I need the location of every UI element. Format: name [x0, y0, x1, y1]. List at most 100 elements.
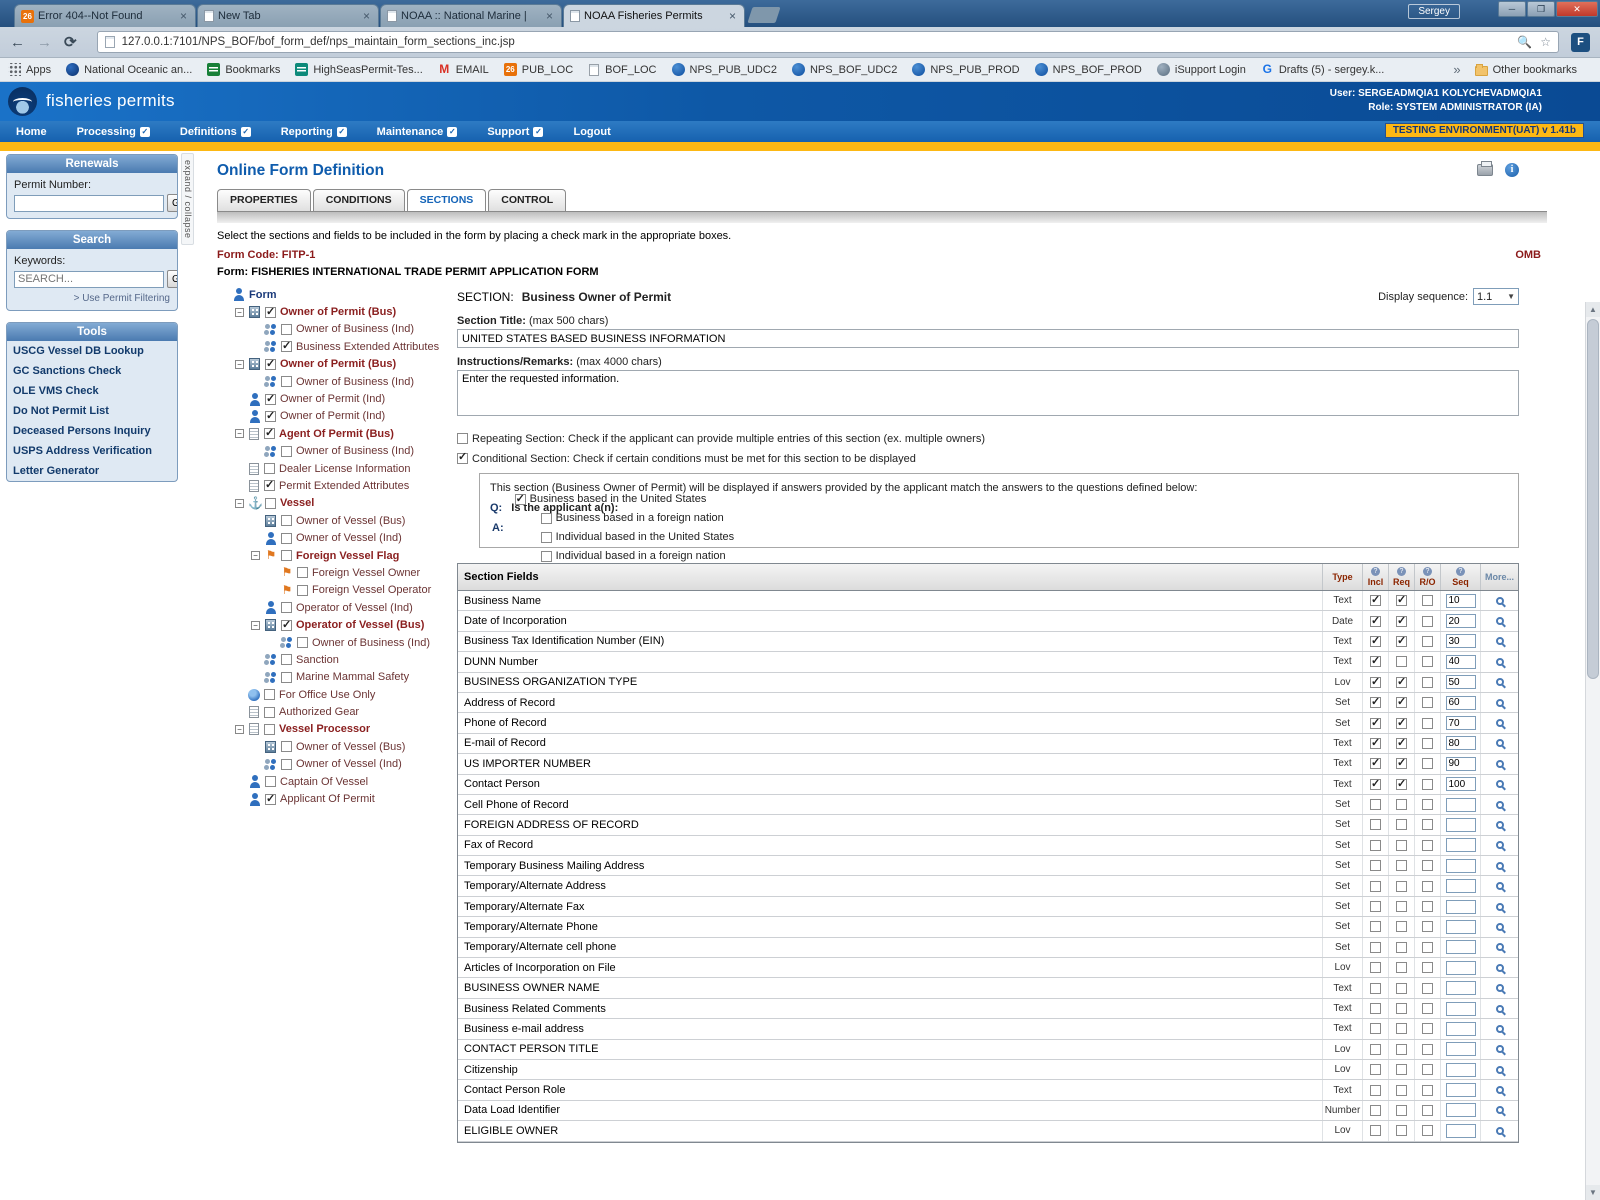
checkbox[interactable] [1370, 616, 1381, 627]
tree-item[interactable]: Owner of Permit (Ind) [219, 408, 457, 425]
tree-item[interactable]: Owner of Business (Ind) [219, 634, 457, 651]
bookmark-item[interactable]: Drafts (5) - sergey.k... [1261, 63, 1385, 76]
checkbox[interactable] [1370, 1023, 1381, 1034]
checkbox[interactable] [264, 480, 275, 491]
checkbox[interactable] [1396, 1023, 1407, 1034]
checkbox[interactable] [1370, 819, 1381, 830]
vertical-scrollbar[interactable]: ▲ ▼ [1585, 302, 1600, 1200]
bookmark-item[interactable]: NPS_PUB_PROD [912, 63, 1019, 76]
browser-profile-button[interactable]: Sergey [1408, 4, 1460, 19]
checkbox[interactable] [1396, 636, 1407, 647]
bookmark-item[interactable]: NPS_BOF_PROD [1035, 63, 1142, 76]
checkbox[interactable] [1396, 677, 1407, 688]
checkbox[interactable] [1396, 942, 1407, 953]
tree-item[interactable]: Permit Extended Attributes [219, 477, 457, 494]
tree-item[interactable]: Owner of Vessel (Ind) [219, 756, 457, 773]
help-icon[interactable]: ? [1397, 567, 1406, 576]
scroll-down-icon[interactable]: ▼ [1586, 1185, 1600, 1200]
seq-input[interactable] [1446, 900, 1476, 914]
checkbox[interactable] [1370, 962, 1381, 973]
extension-f-icon[interactable]: F [1571, 33, 1590, 52]
instructions-textarea[interactable]: Enter the requested information. [457, 370, 1519, 416]
checkbox[interactable] [1422, 1023, 1433, 1034]
tree-item[interactable]: Captain Of Vessel [219, 773, 457, 790]
tree-item[interactable]: −Owner of Permit (Bus) [219, 303, 457, 320]
repeating-checkbox[interactable] [457, 433, 468, 444]
bookmark-item[interactable]: EMAIL [438, 63, 489, 76]
checkbox[interactable] [1370, 697, 1381, 708]
seq-input[interactable] [1446, 798, 1476, 812]
permit-filtering-link[interactable]: > Use Permit Filtering [14, 293, 170, 304]
checkbox[interactable] [515, 494, 526, 505]
checkbox[interactable] [264, 707, 275, 718]
url-text[interactable]: 127.0.0.1:7101/NPS_BOF/bof_form_def/nps_… [122, 36, 1510, 48]
checkbox[interactable] [1370, 1125, 1381, 1136]
close-button[interactable]: ✕ [1556, 1, 1598, 17]
seq-input[interactable] [1446, 940, 1476, 954]
magnifier-icon[interactable] [1496, 780, 1504, 788]
scroll-up-icon[interactable]: ▲ [1586, 302, 1600, 317]
renewals-go-button[interactable]: Go [167, 194, 178, 212]
tree-item[interactable]: Owner of Permit (Ind) [219, 390, 457, 407]
checkbox[interactable] [1422, 1085, 1433, 1096]
checkbox[interactable] [281, 533, 292, 544]
tab-conditions[interactable]: CONDITIONS [313, 189, 405, 211]
magnifier-icon[interactable] [1496, 1025, 1504, 1033]
magnifier-icon[interactable] [1496, 903, 1504, 911]
collapse-icon[interactable]: − [235, 429, 244, 438]
checkbox[interactable] [1422, 921, 1433, 932]
collapse-icon[interactable]: − [251, 621, 260, 630]
checkbox[interactable] [1396, 881, 1407, 892]
seq-input[interactable] [1446, 1124, 1476, 1138]
bookmark-star-icon[interactable]: ☆ [1540, 35, 1551, 49]
checkbox[interactable] [1422, 1125, 1433, 1136]
magnifier-icon[interactable] [1496, 719, 1504, 727]
checkbox[interactable] [1396, 1085, 1407, 1096]
bookmarks-overflow-icon[interactable]: » [1453, 62, 1460, 77]
tree-item[interactable]: Business Extended Attributes [219, 338, 457, 355]
bookmark-item[interactable]: Apps [8, 63, 51, 76]
tree-item[interactable]: ⚑Foreign Vessel Operator [219, 582, 457, 599]
minimize-button[interactable]: ─ [1498, 1, 1526, 17]
tree-item[interactable]: Owner of Business (Ind) [219, 373, 457, 390]
bookmark-item[interactable]: Bookmarks [207, 63, 280, 76]
checkbox[interactable] [265, 794, 276, 805]
seq-input[interactable] [1446, 818, 1476, 832]
bookmark-item[interactable]: NPS_PUB_UDC2 [672, 63, 777, 76]
tree-item[interactable]: Dealer License Information [219, 460, 457, 477]
checkbox[interactable] [281, 620, 292, 631]
tab-control[interactable]: CONTROL [488, 189, 566, 211]
magnifier-icon[interactable] [1496, 964, 1504, 972]
checkbox[interactable] [1396, 921, 1407, 932]
tree-item[interactable]: −⚓Vessel [219, 495, 457, 512]
magnifier-icon[interactable] [1496, 984, 1504, 992]
checkbox[interactable] [1422, 819, 1433, 830]
magnifier-icon[interactable] [1496, 699, 1504, 707]
back-icon[interactable]: ← [10, 34, 25, 51]
tab-close-icon[interactable]: × [544, 9, 555, 23]
forward-icon[interactable]: → [37, 34, 52, 51]
seq-input[interactable] [1446, 696, 1476, 710]
checkbox[interactable] [297, 637, 308, 648]
checkbox[interactable] [1422, 901, 1433, 912]
seq-input[interactable] [1446, 859, 1476, 873]
checkbox[interactable] [264, 689, 275, 700]
help-icon[interactable]: ? [1456, 567, 1465, 576]
checkbox[interactable] [1422, 860, 1433, 871]
checkbox[interactable] [264, 724, 275, 735]
magnifier-icon[interactable] [1496, 821, 1504, 829]
nav-item-processing[interactable]: Processing✓ [77, 126, 150, 138]
browser-tab[interactable]: NOAA Fisheries Permits× [563, 4, 745, 27]
tree-item[interactable]: Applicant Of Permit [219, 790, 457, 807]
checkbox[interactable] [265, 776, 276, 787]
nav-item-definitions[interactable]: Definitions✓ [180, 126, 251, 138]
seq-input[interactable] [1446, 920, 1476, 934]
checkbox[interactable] [1370, 1085, 1381, 1096]
collapse-icon[interactable]: − [235, 499, 244, 508]
tree-item[interactable]: For Office Use Only [219, 686, 457, 703]
magnifier-icon[interactable] [1496, 943, 1504, 951]
checkbox[interactable] [1370, 1064, 1381, 1075]
checkbox[interactable] [1422, 656, 1433, 667]
checkbox[interactable] [1370, 840, 1381, 851]
checkbox[interactable] [1396, 616, 1407, 627]
